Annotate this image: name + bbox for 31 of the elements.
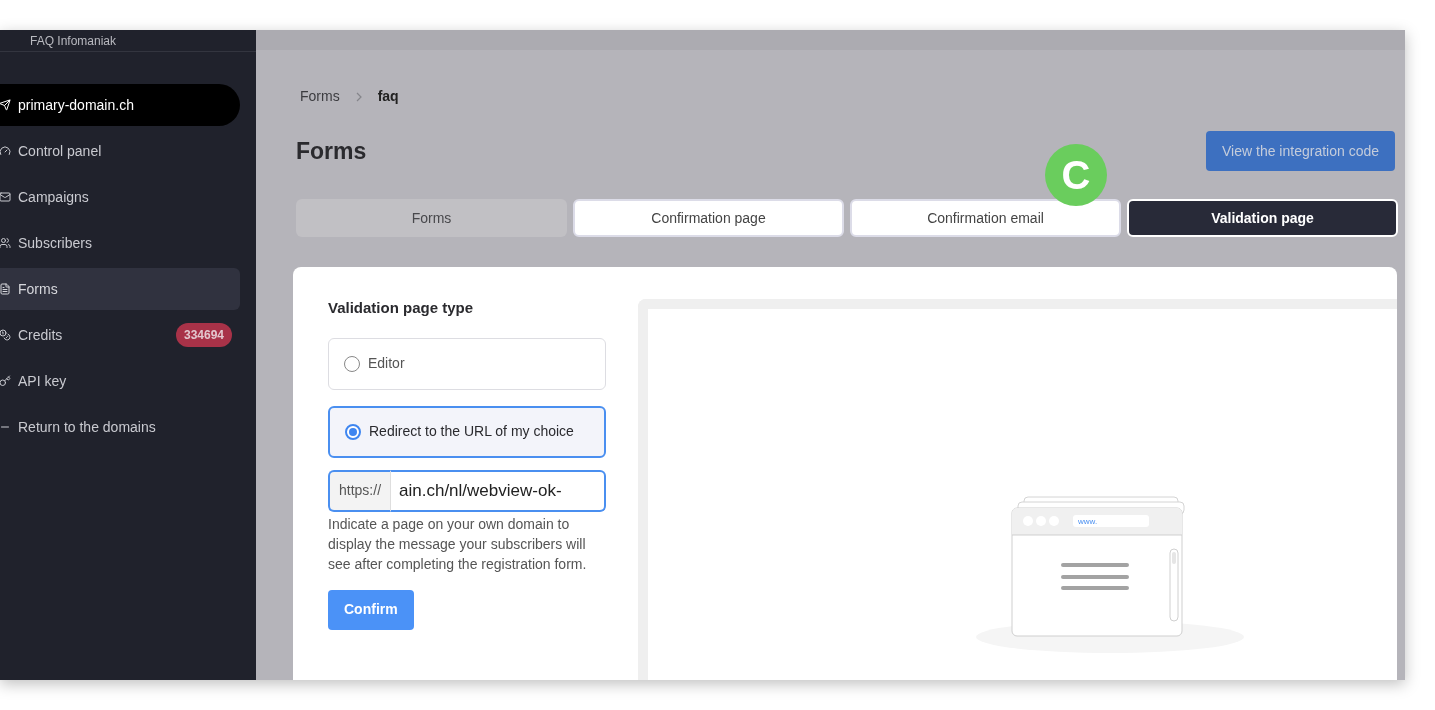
radio-button[interactable] <box>345 423 361 440</box>
tab[interactable]: Validation page <box>1127 199 1398 237</box>
credits-badge: 334694 <box>175 323 232 347</box>
sidebar-item[interactable]: Return to the domains <box>0 406 240 448</box>
sidebar-item[interactable]: Control panel <box>0 130 240 172</box>
url-field[interactable]: ain.ch/nl/webview-ok- <box>391 469 606 512</box>
sidebar-item[interactable]: Campaigns <box>0 176 240 218</box>
envelope-icon <box>0 191 11 203</box>
sidebar-item[interactable]: Credits 334694 <box>0 314 240 356</box>
account-name: FAQ Infomaniak <box>30 34 117 47</box>
breadcrumb-item[interactable]: Forms <box>300 86 340 107</box>
sidebar-item[interactable]: API key <box>0 360 240 402</box>
key-icon <box>0 375 11 387</box>
radio-option[interactable]: Redirect to the URL of my choice <box>328 405 606 458</box>
address-text: www. <box>1078 517 1098 526</box>
gauge-icon <box>0 145 11 157</box>
chevron-icon <box>355 91 362 102</box>
section-heading: Validation page type <box>328 298 475 318</box>
sidebar-item[interactable]: primary-domain.ch <box>0 84 240 126</box>
url-prefix: https:// <box>328 469 392 512</box>
page-title: Forms <box>296 136 367 166</box>
sidebar-item[interactable]: Subscribers <box>0 222 240 264</box>
paper-plane-icon <box>0 99 11 111</box>
tab[interactable]: Confirmation page <box>573 199 844 237</box>
sidebar-item[interactable]: Forms <box>0 268 240 310</box>
help-text: Indicate a page on your own domain to display the message your subscribers will see after completing the registration form. <box>328 514 588 574</box>
breadcrumb-item: faq <box>377 87 399 106</box>
tab[interactable]: Confirmation email <box>850 199 1121 237</box>
users-icon <box>0 237 11 249</box>
radio-option[interactable]: Editor <box>328 337 606 390</box>
document-icon <box>0 283 11 295</box>
